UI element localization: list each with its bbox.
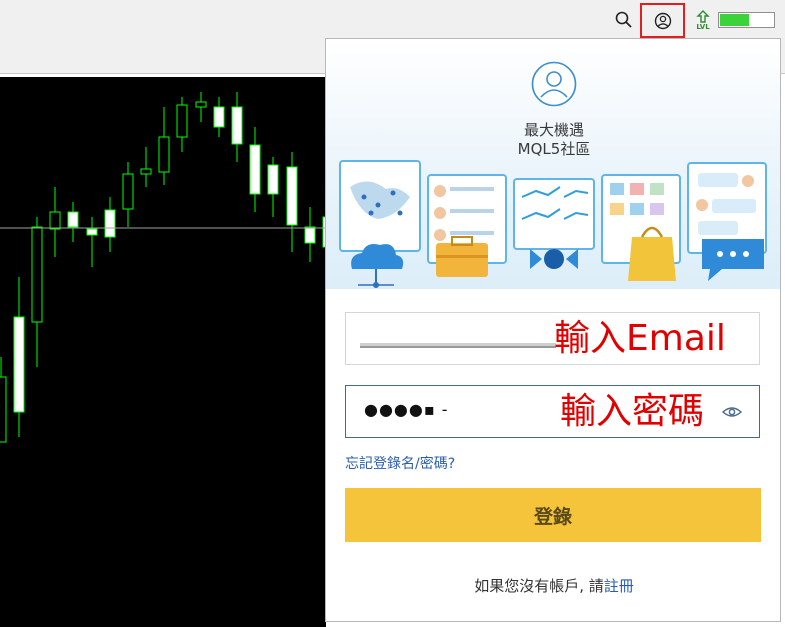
briefcase-icon [436,236,488,277]
community-illustration [339,160,767,288]
signal-icon [530,249,578,269]
candle-body [122,173,134,210]
level-up-icon [696,10,710,23]
map-card [339,160,421,252]
login-panel: 最大機遇 MQL5社區 輸入Email ●●●●▪ - 輸入密碼 忘記登錄名/密… [325,38,781,622]
progress-battery [718,12,775,28]
user-circle-icon [654,12,671,29]
password-mask: ●●●●▪ - [364,400,449,419]
charts-card [513,178,595,250]
brand-subtitle: MQL5社區 [517,140,591,158]
login-button[interactable]: 登錄 [345,488,761,542]
signup-row: 如果您沒有帳戶, 請註冊 [326,575,780,596]
brand-title: 最大機遇 [523,121,584,139]
candle-body [213,106,225,128]
candle-body [104,209,116,238]
email-redacted-value [360,343,556,348]
signup-link[interactable]: 註冊 [604,577,634,595]
user-avatar-icon [531,61,577,107]
candle-body [31,226,43,323]
candle-body [158,136,170,173]
price-chart[interactable] [0,77,326,627]
forgot-password-link[interactable]: 忘記登錄名/密碼? [345,453,455,473]
password-annotation: 輸入密碼 [560,391,705,432]
hero-section: 最大機遇 MQL5社區 [326,39,780,289]
candle-body [249,144,261,195]
password-input[interactable]: ●●●●▪ - 輸入密碼 [345,385,760,438]
candle-body [304,226,316,244]
candle-body [195,101,207,108]
signup-prefix: 如果您沒有帳戶, 請 [474,577,604,595]
account-button[interactable] [640,3,685,38]
chart-canvas [0,92,326,443]
candle-body [140,168,152,175]
candle-body [267,164,279,195]
search-icon[interactable] [614,10,634,30]
candle-body [67,211,79,228]
candle-body [286,166,298,226]
chat-bubble-icon [702,239,764,281]
battery-fill [720,14,749,26]
candle-body [86,228,98,236]
candle-body [0,376,7,443]
level-indicator[interactable]: LVL [694,9,712,33]
email-input[interactable]: 輸入Email [345,312,760,365]
show-password-eye-icon[interactable] [722,404,742,420]
candle-body [49,211,61,230]
level-label: LVL [696,23,710,31]
candle-body [176,104,188,138]
candle-body [13,316,25,413]
candle-body [231,106,243,145]
email-annotation: 輸入Email [554,318,726,359]
app-root: LVL 最大機遇 MQL5社區 輸入Email ●●●●▪ - 輸入密碼 忘記登… [0,0,785,627]
